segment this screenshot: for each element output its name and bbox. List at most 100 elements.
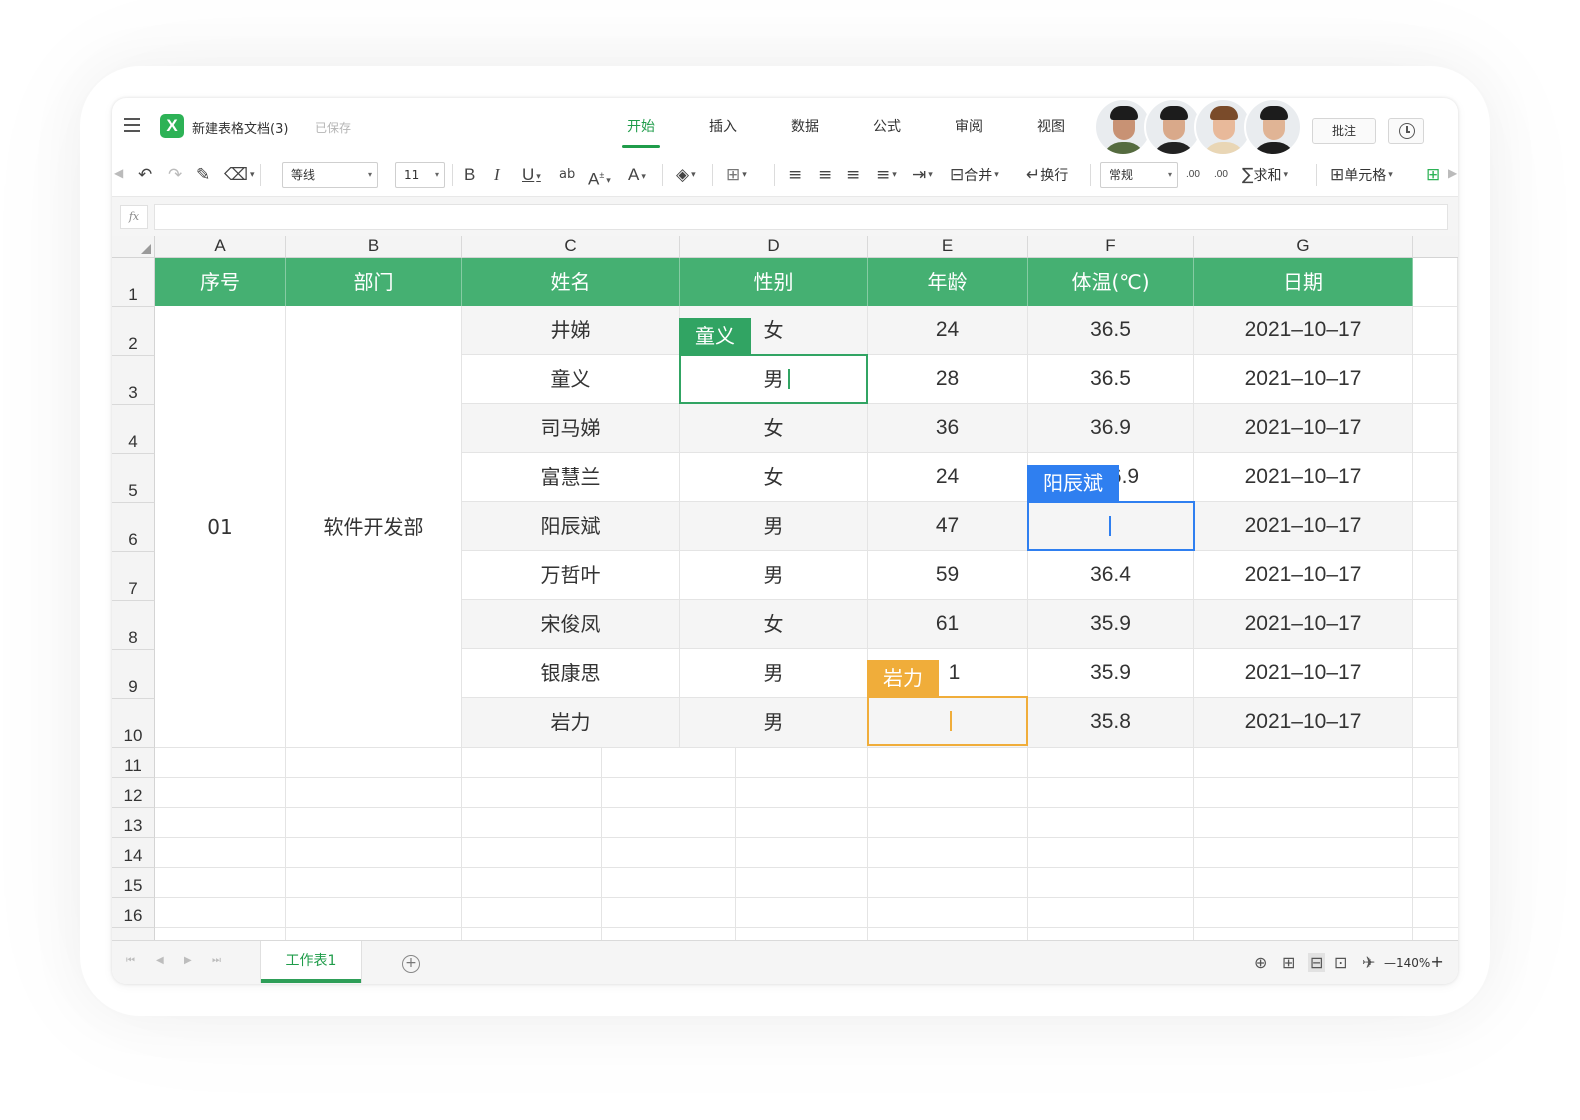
date-cell[interactable]: 2021–10–17 [1194, 649, 1413, 698]
increase-decimal-icon[interactable]: .00 [1214, 162, 1228, 188]
temperature-cell[interactable]: 35.8 [1028, 698, 1194, 748]
age-cell[interactable]: 61 [868, 600, 1028, 649]
row-header[interactable]: 12 [112, 778, 155, 808]
bold-icon[interactable]: B [464, 162, 475, 188]
date-cell[interactable]: 2021–10–17 [1194, 404, 1413, 453]
tab-review[interactable]: 审阅 [928, 110, 1010, 150]
age-cell[interactable]: 24 [868, 306, 1028, 355]
merged-cell-id[interactable]: 01 [155, 306, 286, 748]
date-cell[interactable]: 2021–10–17 [1194, 306, 1413, 355]
undo-icon[interactable]: ↶ [138, 162, 152, 188]
date-cell[interactable]: 2021–10–17 [1194, 551, 1413, 600]
gender-cell[interactable]: 男 [680, 698, 868, 748]
row-header[interactable]: 6 [112, 503, 155, 552]
border-icon[interactable]: ⊞ ▾ [726, 162, 747, 188]
column-header[interactable]: B [286, 236, 462, 258]
formula-input[interactable] [154, 204, 1448, 230]
gender-cell[interactable]: 女 [680, 600, 868, 649]
temperature-cell[interactable]: 36.9 [1028, 404, 1194, 453]
globe-icon[interactable]: ⊕ [1254, 953, 1267, 972]
name-cell[interactable]: 宋俊凤 [462, 600, 680, 649]
toolbar-scroll-left-icon[interactable]: ◀ [114, 166, 123, 186]
comment-button[interactable]: 批注 [1312, 118, 1376, 144]
date-cell[interactable]: 2021–10–17 [1194, 502, 1413, 551]
name-cell[interactable]: 阳辰斌 [462, 502, 680, 551]
column-header[interactable]: A [155, 236, 286, 258]
name-cell[interactable]: 童义 [462, 355, 680, 404]
row-header[interactable]: 9 [112, 650, 155, 699]
age-cell[interactable]: 24 [868, 453, 1028, 502]
clear-format-icon[interactable]: ⌫ ▾ [224, 162, 255, 188]
header-cell[interactable]: 部门 [286, 258, 462, 306]
font-name-select[interactable]: 等线 ▾ [282, 162, 378, 188]
font-size-select[interactable]: 11 ▾ [395, 162, 445, 188]
header-cell[interactable]: 日期 [1194, 258, 1413, 306]
eye-protection-icon[interactable]: ✈ [1362, 953, 1375, 972]
name-cell[interactable]: 银康思 [462, 649, 680, 698]
tab-view[interactable]: 视图 [1010, 110, 1092, 150]
page-break-icon[interactable]: ⊡ [1334, 953, 1347, 972]
date-cell[interactable]: 2021–10–17 [1194, 600, 1413, 649]
gender-cell[interactable]: 男 [680, 551, 868, 600]
row-header[interactable]: 3 [112, 356, 155, 405]
tab-insert[interactable]: 插入 [682, 110, 764, 150]
age-cell[interactable]: 47 [868, 502, 1028, 551]
row-header[interactable]: 4 [112, 405, 155, 454]
merge-button[interactable]: ⊟合并 ▾ [950, 162, 999, 188]
fill-color-icon[interactable]: ◈ ▾ [676, 162, 696, 188]
table-style-icon[interactable]: ⊞ [1426, 162, 1440, 188]
next-sheet-icon[interactable]: ▶ [184, 955, 192, 966]
indent-icon[interactable]: ⇥ ▾ [912, 162, 933, 188]
page-layout-icon[interactable]: ⊟ [1308, 953, 1326, 972]
column-header[interactable]: C [462, 236, 680, 258]
column-header[interactable]: D [680, 236, 868, 258]
column-header[interactable]: E [868, 236, 1028, 258]
format-painter-icon[interactable]: ✎ [196, 162, 210, 188]
align-right-icon[interactable]: ≡ [846, 162, 860, 188]
row-header[interactable]: 16 [112, 898, 155, 928]
italic-icon[interactable]: I [494, 162, 500, 188]
tab-formula[interactable]: 公式 [846, 110, 928, 150]
column-header[interactable]: G [1194, 236, 1413, 258]
header-cell[interactable]: 年龄 [868, 258, 1028, 306]
prev-sheet-icon[interactable]: ◀ [156, 955, 164, 966]
select-all-corner[interactable] [112, 236, 155, 258]
temperature-cell[interactable]: 36.5 [1028, 306, 1194, 355]
row-header[interactable]: 5 [112, 454, 155, 503]
temperature-cell[interactable]: 36.5 [1028, 355, 1194, 404]
row-header[interactable]: 8 [112, 601, 155, 650]
name-cell[interactable]: 富慧兰 [462, 453, 680, 502]
zoom-out-icon[interactable]: — [1384, 956, 1396, 970]
fx-icon[interactable]: fx [120, 205, 148, 229]
name-cell[interactable]: 万哲叶 [462, 551, 680, 600]
temperature-cell[interactable]: 36.4 [1028, 551, 1194, 600]
name-cell[interactable]: 井娣 [462, 306, 680, 355]
age-cell[interactable]: 28 [868, 355, 1028, 404]
age-cell[interactable]: 59 [868, 551, 1028, 600]
temperature-cell[interactable]: 35.9 [1028, 600, 1194, 649]
row-header[interactable]: 2 [112, 307, 155, 356]
history-button[interactable] [1388, 118, 1424, 144]
decrease-decimal-icon[interactable]: .00 [1186, 162, 1200, 188]
row-header[interactable]: 11 [112, 748, 155, 778]
row-header[interactable]: 7 [112, 552, 155, 601]
add-sheet-icon[interactable]: + [402, 955, 420, 973]
name-cell[interactable]: 岩力 [462, 698, 680, 748]
date-cell[interactable]: 2021–10–17 [1194, 355, 1413, 404]
redo-icon[interactable]: ↷ [168, 162, 182, 188]
temperature-cell[interactable]: 35.9 [1028, 649, 1194, 698]
zoom-in-icon[interactable]: + [1430, 952, 1443, 971]
name-cell[interactable]: 司马娣 [462, 404, 680, 453]
sum-button[interactable]: ∑求和 ▾ [1242, 162, 1288, 188]
normal-view-icon[interactable]: ⊞ [1282, 953, 1295, 972]
align-center-icon[interactable]: ≡ [818, 162, 832, 188]
merged-cell-department[interactable]: 软件开发部 [286, 306, 462, 748]
first-sheet-icon[interactable]: ⏮ [126, 955, 135, 966]
last-sheet-icon[interactable]: ⏭ [212, 955, 221, 966]
vertical-align-icon[interactable]: ≡ ▾ [876, 162, 897, 188]
age-cell[interactable]: 36 [868, 404, 1028, 453]
row-header[interactable]: 10 [112, 699, 155, 748]
sheet-tab[interactable]: 工作表1 [260, 941, 362, 983]
toolbar-scroll-right-icon[interactable]: ▶ [1448, 166, 1457, 186]
row-header[interactable]: 13 [112, 808, 155, 838]
